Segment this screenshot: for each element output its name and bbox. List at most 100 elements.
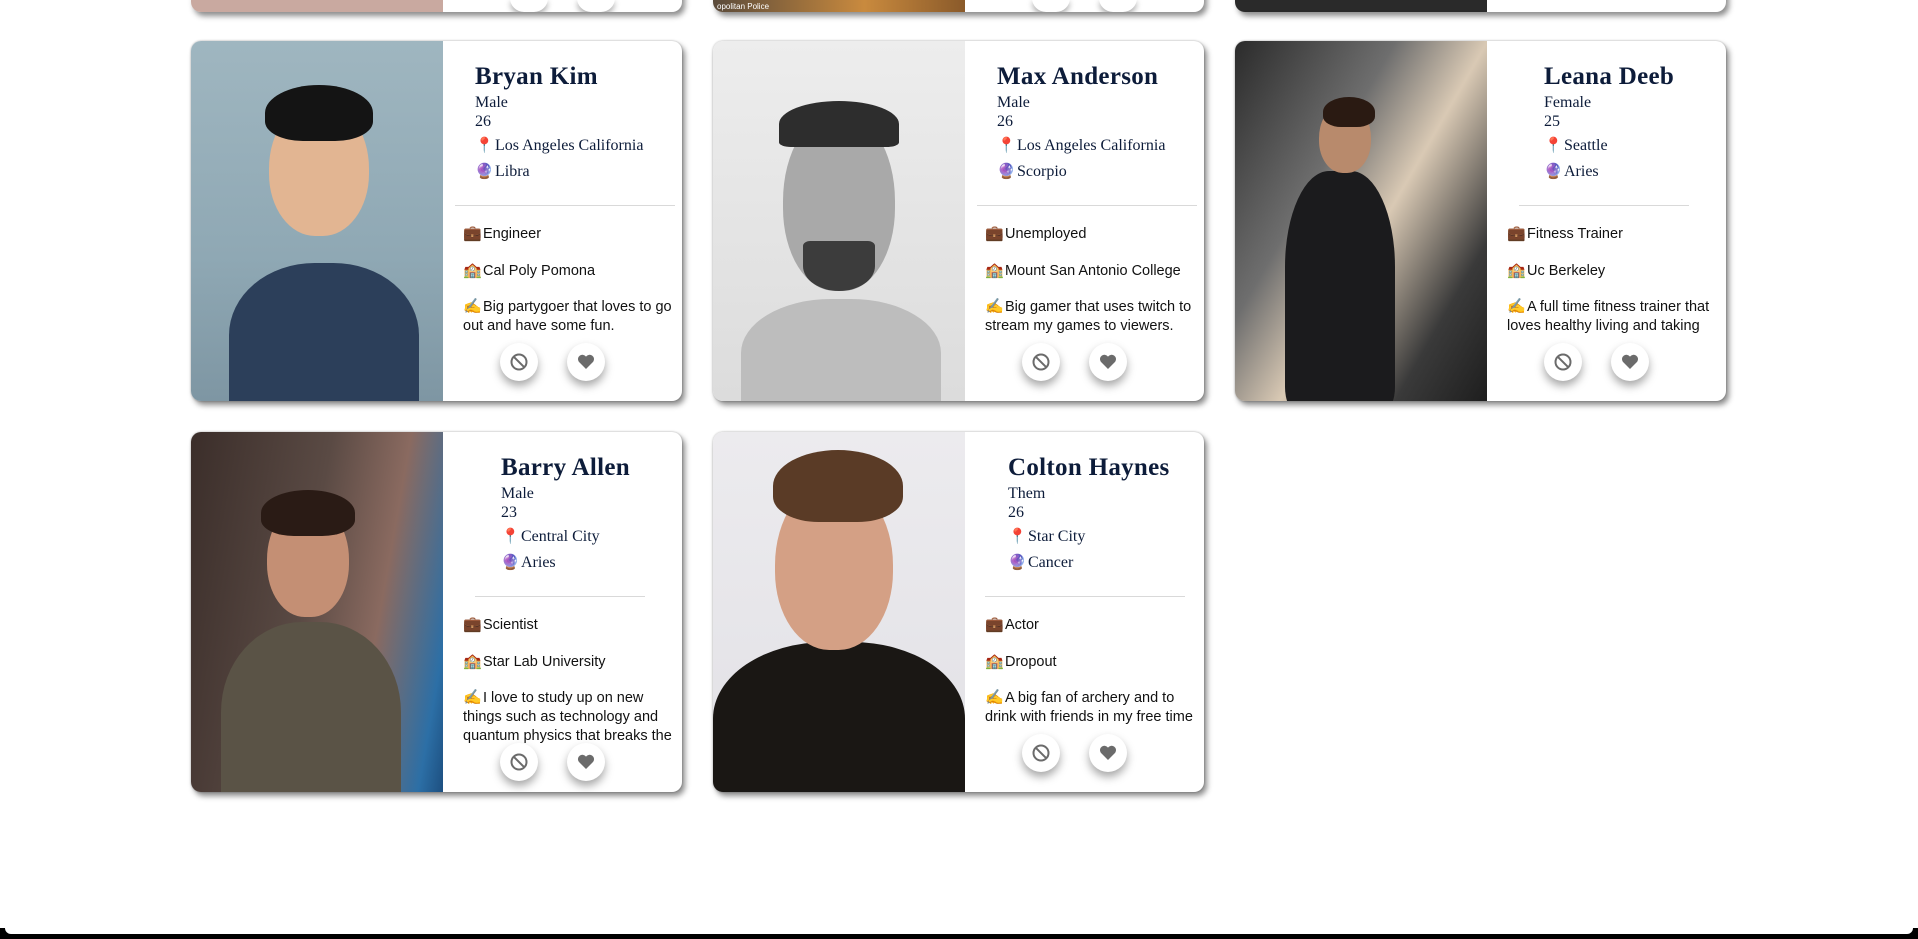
crystal-ball-icon: 🔮 [1544, 164, 1563, 180]
writing-hand-icon: ✍️ [463, 298, 482, 315]
job-text: Actor [1005, 617, 1039, 633]
pass-button[interactable] [500, 343, 538, 381]
writing-hand-icon: ✍️ [985, 298, 1004, 315]
crystal-ball-icon: 🔮 [501, 555, 520, 571]
location-text: Los Angeles California [495, 137, 644, 154]
profile-info: Colton Haynes Them 26 📍Star City 🔮Cancer… [965, 432, 1204, 792]
photo-shirt [221, 622, 401, 792]
crystal-ball-icon: 🔮 [475, 164, 494, 180]
profile-photo [1235, 0, 1487, 12]
pass-button[interactable] [1022, 343, 1060, 381]
like-button[interactable] [1089, 343, 1127, 381]
profile-name: Leana Deeb [1544, 63, 1675, 90]
profile-bio: ✍️I love to study up on new things such … [463, 688, 682, 745]
heart-icon [1621, 354, 1639, 369]
profile-location: 📍Seattle [1544, 136, 1608, 155]
profile-location: 📍Star City [1008, 527, 1085, 546]
partial-card [191, 0, 682, 12]
zodiac-text: Libra [495, 163, 530, 180]
zodiac-text: Aries [521, 554, 556, 571]
photo-shirt [229, 263, 419, 401]
profile-photo [191, 41, 443, 401]
briefcase-icon: 💼 [985, 616, 1004, 633]
profile-info: Bryan Kim Male 26 📍Los Angeles Californi… [443, 41, 682, 401]
profile-zodiac: 🔮Cancer [1008, 553, 1073, 572]
school-text: Mount San Antonio College [1005, 263, 1181, 279]
profile-school: 🏫Dropout [985, 652, 1057, 670]
photo-hair [779, 101, 899, 147]
location-text: Los Angeles California [1017, 137, 1166, 154]
profile-photo [713, 432, 965, 792]
pass-button[interactable] [1022, 734, 1060, 772]
divider [475, 596, 645, 597]
heart-icon [1099, 354, 1117, 369]
profile-name: Max Anderson [997, 63, 1159, 90]
job-text: Scientist [483, 617, 538, 633]
partial-card [1235, 0, 1726, 12]
heart-icon [577, 354, 595, 369]
photo-shirt [741, 299, 941, 401]
pass-button[interactable] [1032, 0, 1070, 12]
profile-card: Colton Haynes Them 26 📍Star City 🔮Cancer… [713, 432, 1204, 792]
profile-location: 📍Los Angeles California [475, 136, 643, 155]
profile-location: 📍Los Angeles California [997, 136, 1165, 155]
bio-text: I love to study up on new things such as… [463, 690, 672, 744]
school-text: Star Lab University [483, 654, 606, 670]
crystal-ball-icon: 🔮 [997, 164, 1016, 180]
profile-school: 🏫Cal Poly Pomona [463, 261, 595, 279]
writing-hand-icon: ✍️ [1507, 298, 1526, 315]
profile-card: Leana Deeb Female 25 📍Seattle 🔮Aries 💼Fi… [1235, 41, 1726, 401]
school-text: Cal Poly Pomona [483, 263, 596, 279]
pass-button[interactable] [510, 0, 548, 12]
like-button[interactable] [1099, 0, 1137, 12]
like-button[interactable] [567, 343, 605, 381]
profile-age: 26 [475, 113, 491, 130]
crystal-ball-icon: 🔮 [1008, 555, 1027, 571]
location-text: Central City [521, 528, 600, 545]
profile-gender: Male [997, 94, 1030, 111]
profile-card: Barry Allen Male 23 📍Central City 🔮Aries… [191, 432, 682, 792]
divider [977, 205, 1197, 206]
job-text: Unemployed [1005, 226, 1087, 242]
profile-school: 🏫Star Lab University [463, 652, 606, 670]
profile-photo [191, 432, 443, 792]
pin-icon: 📍 [1544, 138, 1563, 154]
profile-bio: ✍️Big partygoer that loves to go out and… [463, 297, 682, 335]
profile-zodiac: 🔮Libra [475, 162, 530, 181]
pass-button[interactable] [500, 743, 538, 781]
profile-photo [1235, 41, 1487, 401]
profile-card: Bryan Kim Male 26 📍Los Angeles Californi… [191, 41, 682, 401]
job-text: Fitness Trainer [1527, 226, 1623, 242]
pin-icon: 📍 [475, 138, 494, 154]
like-button[interactable] [577, 0, 615, 12]
school-icon: 🏫 [463, 653, 482, 670]
heart-icon [577, 754, 595, 769]
job-text: Engineer [483, 226, 542, 242]
profile-location: 📍Central City [501, 527, 600, 546]
block-icon [1032, 353, 1050, 371]
block-icon [1032, 744, 1050, 762]
photo-caption: opolitan Police [717, 2, 770, 11]
like-button[interactable] [1611, 343, 1649, 381]
profile-gender: Male [475, 94, 508, 111]
school-text: Uc Berkeley [1527, 263, 1606, 279]
profile-name: Barry Allen [501, 454, 630, 481]
school-icon: 🏫 [463, 262, 482, 279]
school-text: Dropout [1005, 654, 1057, 670]
profile-age: 26 [997, 113, 1013, 130]
writing-hand-icon: ✍️ [463, 689, 482, 706]
school-icon: 🏫 [1507, 262, 1526, 279]
block-icon [510, 753, 528, 771]
partial-card: opolitan Police [713, 0, 1204, 12]
profile-bio: ✍️A big fan of archery and to drink with… [985, 688, 1204, 726]
like-button[interactable] [567, 743, 605, 781]
profile-age: 25 [1544, 113, 1560, 130]
profile-job: 💼Actor [985, 615, 1039, 633]
pass-button[interactable] [1544, 343, 1582, 381]
photo-hair [261, 490, 355, 536]
briefcase-icon: 💼 [1507, 225, 1526, 242]
like-button[interactable] [1089, 734, 1127, 772]
profile-name: Bryan Kim [475, 63, 598, 90]
profile-info: Barry Allen Male 23 📍Central City 🔮Aries… [443, 432, 682, 792]
pin-icon: 📍 [501, 529, 520, 545]
